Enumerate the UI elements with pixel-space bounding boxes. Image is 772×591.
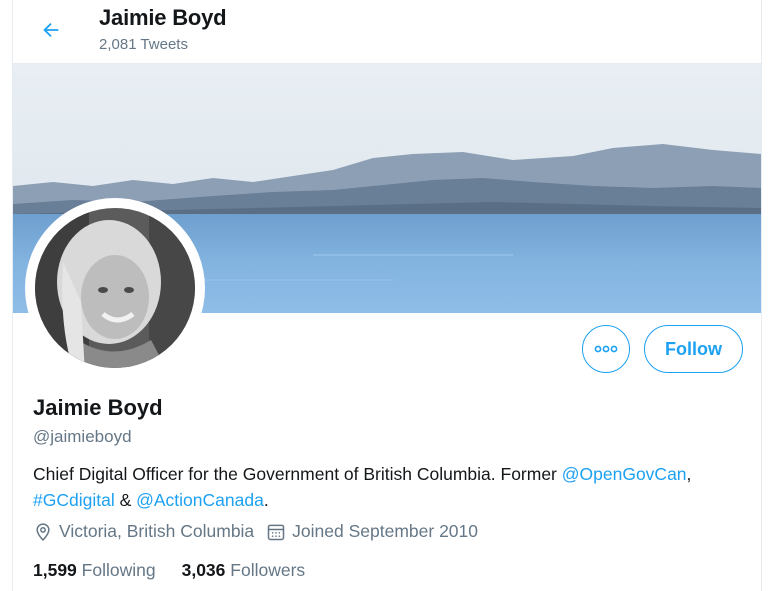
bio-text-4: . [263,490,269,510]
bio: Chief Digital Officer for the Government… [33,461,753,513]
profile-header: Jaimie Boyd 2,081 Tweets [13,0,761,64]
avatar[interactable] [29,202,201,374]
location-pin-icon [36,522,50,541]
header-title: Jaimie Boyd [99,5,227,30]
back-button[interactable] [33,12,69,48]
location-text: Victoria, British Columbia [59,521,255,541]
tweet-count: 2,081 Tweets [99,36,188,53]
following-link[interactable]: 1,599 Following [33,560,156,581]
followers-label: Followers [230,560,306,580]
arrow-left-icon [43,22,59,38]
profile-meta: Victoria, British Columbia Joined Septem… [33,521,478,542]
more-horizontal-icon [594,345,618,353]
following-label: Following [81,560,156,580]
display-name: Jaimie Boyd [33,395,163,420]
joined-text: Joined September 2010 [292,521,478,541]
profile-stats: 1,599 Following 3,036 Followers [33,560,331,581]
bio-text-2: , [686,464,692,484]
bio-text-3: & [114,490,137,510]
handle: @jaimieboyd [33,427,132,446]
profile-frame: Jaimie Boyd 2,081 Tweets Follow Jaimie B… [12,0,762,591]
followers-link[interactable]: 3,036 Followers [182,560,306,581]
calendar-icon [267,524,285,540]
joined-date: Joined September 2010 [266,521,478,542]
avatar-photo [29,202,201,374]
bio-link-gcdigital[interactable]: #GCdigital [33,490,115,510]
follow-button[interactable]: Follow [644,325,743,373]
bio-text-1: Chief Digital Officer for the Government… [33,464,562,484]
location: Victoria, British Columbia [33,521,254,542]
more-options-button[interactable] [582,325,630,373]
bio-link-actioncanada[interactable]: @ActionCanada [136,490,264,510]
following-count: 1,599 [33,560,77,580]
bio-link-opengovcan[interactable]: @OpenGovCan [562,464,687,484]
followers-count: 3,036 [181,560,226,580]
